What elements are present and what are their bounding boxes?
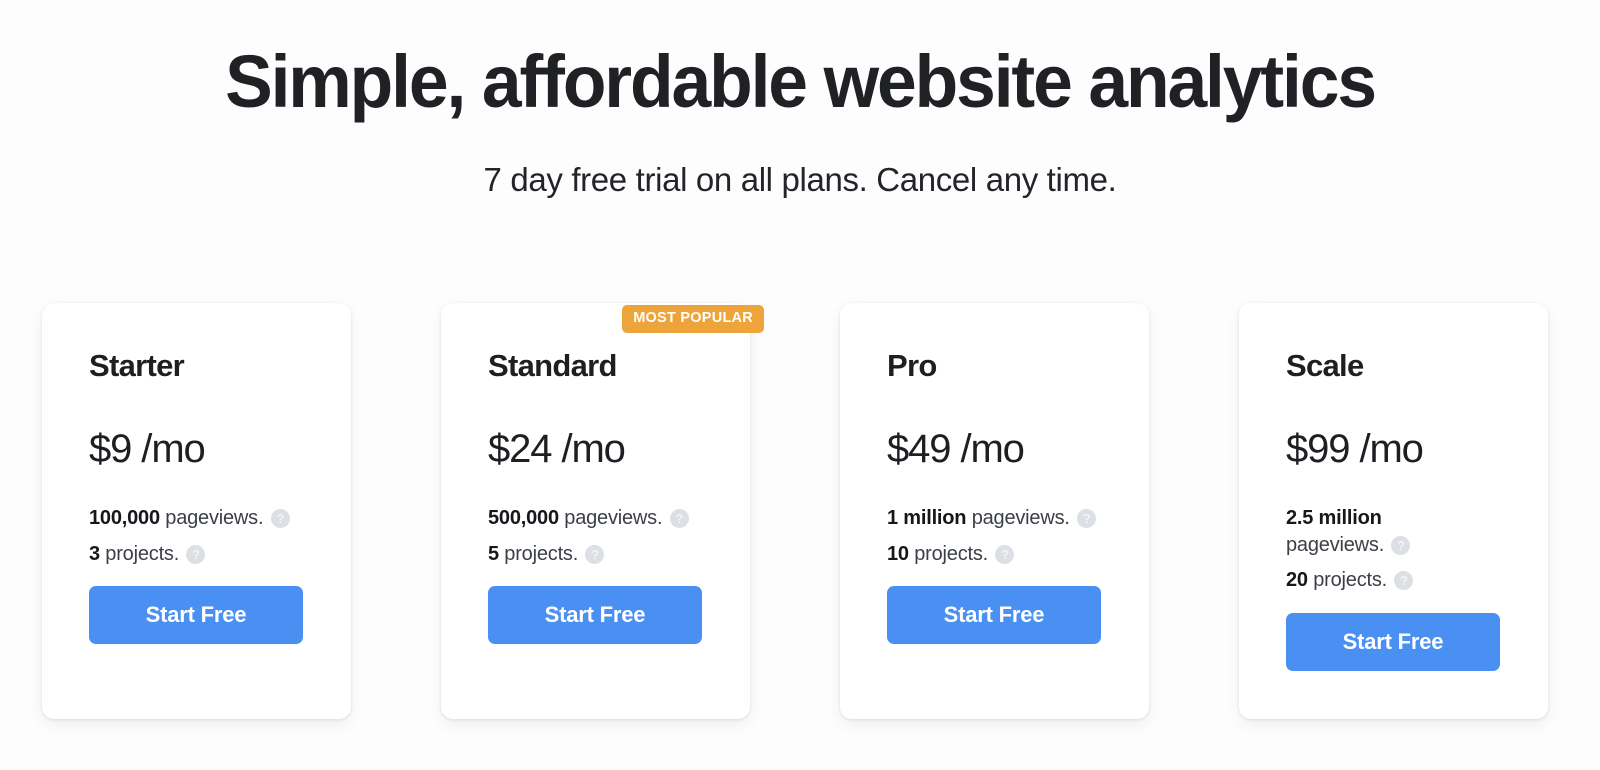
plan-name: Standard	[488, 348, 617, 383]
page-subtitle: 7 day free trial on all plans. Cancel an…	[483, 161, 1117, 199]
feature-projects-label: projects.	[1313, 569, 1388, 592]
feature-pageviews-label: pageviews.	[165, 507, 264, 529]
feature-pageviews-value: 2.5 million	[1286, 507, 1382, 529]
plan-price: $49 /mo	[887, 427, 1025, 471]
help-icon[interactable]: ?	[1077, 509, 1097, 528]
start-free-button[interactable]: Start Free	[887, 586, 1101, 645]
plan-card-standard[interactable]: MOST POPULAR Standard $24 /mo 500,000 pa…	[441, 303, 764, 719]
plan-features: 2.5 million pageviews. ? 20 projects. ?	[1286, 505, 1512, 594]
help-icon[interactable]: ?	[1394, 571, 1414, 591]
page-title: Simple, affordable website analytics	[225, 40, 1377, 123]
help-icon[interactable]: ?	[995, 544, 1015, 564]
help-icon[interactable]: ?	[270, 509, 290, 528]
feature-projects: 20 projects. ?	[1286, 567, 1512, 594]
feature-projects: 3 projects. ?	[89, 541, 315, 568]
plan-name: Pro	[887, 348, 937, 383]
feature-pageviews: 500,000 pageviews. ?	[488, 505, 714, 532]
feature-pageviews-value: 1 million	[887, 507, 967, 529]
feature-projects: 5 projects. ?	[488, 541, 714, 568]
pricing-plans-row: Starter $9 /mo 100,000 pageviews. ? 3 pr…	[42, 303, 1558, 719]
most-popular-badge: MOST POPULAR	[622, 305, 764, 333]
feature-pageviews-label: pageviews.	[971, 507, 1070, 529]
pricing-page: Simple, affordable website analytics 7 d…	[0, 0, 1600, 770]
plan-name: Starter	[89, 348, 185, 383]
plan-card-starter[interactable]: Starter $9 /mo 100,000 pageviews. ? 3 pr…	[42, 303, 351, 719]
feature-pageviews-value: 500,000	[488, 507, 559, 529]
feature-projects-label: projects.	[914, 542, 989, 565]
feature-pageviews-label: pageviews.	[1286, 533, 1385, 556]
plan-price: $99 /mo	[1286, 427, 1424, 471]
plan-card-pro[interactable]: Pro $49 /mo 1 million pageviews. ? 10 pr…	[840, 303, 1149, 719]
feature-projects-value: 10	[887, 542, 909, 565]
plan-features: 1 million pageviews. ? 10 projects. ?	[887, 505, 1113, 567]
plan-card-scale[interactable]: Scale $99 /mo 2.5 million pageviews. ? 2…	[1239, 303, 1548, 719]
hero-section: Simple, affordable website analytics 7 d…	[0, 0, 1600, 199]
start-free-button[interactable]: Start Free	[1286, 612, 1500, 671]
feature-projects-label: projects.	[504, 542, 579, 565]
plan-features: 500,000 pageviews. ? 5 projects. ?	[488, 505, 714, 567]
feature-pageviews-label: pageviews.	[564, 507, 663, 529]
start-free-button[interactable]: Start Free	[488, 586, 702, 645]
feature-projects: 10 projects. ?	[887, 541, 1113, 568]
feature-projects-label: projects.	[105, 542, 180, 565]
feature-projects-value: 5	[488, 542, 499, 565]
feature-pageviews: 1 million pageviews. ?	[887, 505, 1113, 532]
feature-projects-value: 20	[1286, 569, 1308, 592]
start-free-button[interactable]: Start Free	[89, 586, 303, 645]
help-icon[interactable]: ?	[585, 544, 605, 564]
feature-pageviews: 2.5 million pageviews. ?	[1286, 505, 1456, 558]
plan-features: 100,000 pageviews. ? 3 projects. ?	[89, 505, 315, 567]
feature-pageviews-value: 100,000	[89, 507, 160, 529]
help-icon[interactable]: ?	[669, 509, 689, 528]
help-icon[interactable]: ?	[1391, 535, 1411, 555]
plan-price: $9 /mo	[89, 427, 206, 471]
feature-pageviews: 100,000 pageviews. ?	[89, 505, 315, 532]
help-icon[interactable]: ?	[186, 544, 206, 564]
feature-projects-value: 3	[89, 542, 100, 565]
plan-price: $24 /mo	[488, 427, 626, 471]
plan-name: Scale	[1286, 348, 1364, 383]
